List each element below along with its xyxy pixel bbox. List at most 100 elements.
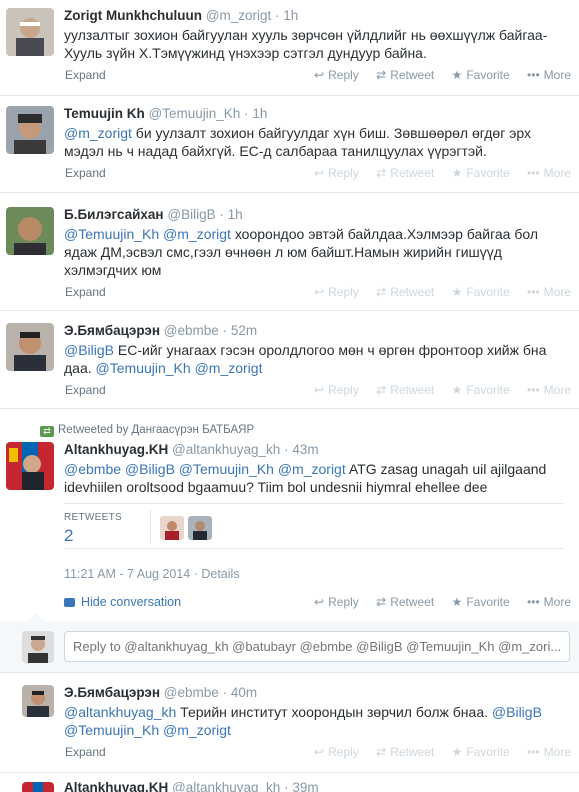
tweet-header: Altankhuyag.KH @altankhuyag_kh · 39m [64, 780, 571, 792]
retweet-icon: ⇄ [376, 595, 387, 609]
username[interactable]: @m_zorigt [206, 8, 271, 23]
fullname[interactable]: Э.Бямбацэрэн [64, 685, 160, 700]
fullname[interactable]: Zorigt Munkhchuluun [64, 8, 202, 23]
mention-link[interactable]: @Temuujin_Kh [96, 360, 191, 376]
username[interactable]: @Temuujin_Kh [149, 106, 241, 121]
tweet-stats: RETWEETS 2 [64, 503, 564, 549]
retweets-count[interactable]: 2 [64, 526, 73, 546]
reply-button[interactable]: ↩ Reply [314, 595, 359, 609]
retweet-button[interactable]: ⇄ Retweet [376, 745, 434, 759]
avatar[interactable] [22, 685, 54, 717]
mention-link[interactable]: @BiligB [492, 704, 542, 720]
favorite-button[interactable]: ★ Favorite [452, 745, 510, 759]
retweet-button[interactable]: ⇄ Retweet [376, 166, 434, 180]
fullname[interactable]: Altankhuyag.KH [64, 780, 168, 792]
star-icon: ★ [451, 383, 463, 397]
speech-bubble-icon [64, 598, 75, 607]
favorite-button[interactable]: ★ Favorite [452, 166, 510, 180]
avatar[interactable] [6, 207, 54, 255]
username[interactable]: @altankhuyag_kh [172, 442, 280, 457]
mention-link[interactable]: @m_zorigt [163, 226, 231, 242]
separator: · [222, 685, 228, 700]
fullname[interactable]: Э.Бямбацэрэн [64, 323, 160, 338]
retweet-button[interactable]: ⇄ Retweet [376, 68, 434, 82]
fullname[interactable]: Altankhuyag.KH [64, 442, 168, 457]
hide-conversation-link[interactable]: Hide conversation [64, 595, 181, 609]
retweet-button[interactable]: ⇄ Retweet [376, 285, 434, 299]
reply-button[interactable]: ↩ Reply [314, 383, 359, 397]
mention-link[interactable]: @altankhuyag_kh [64, 704, 176, 720]
star-icon: ★ [451, 68, 463, 82]
username[interactable]: @ebmbe [164, 323, 219, 338]
reply-button[interactable]: ↩ Reply [314, 285, 359, 299]
tweet[interactable]: Э.Бямбацэрэн @ebmbe · 40m @altankhuyag_k… [0, 673, 579, 773]
expand-link[interactable]: Expand [65, 68, 106, 82]
tweet-header: Altankhuyag.KH @altankhuyag_kh · 43m [64, 442, 571, 458]
retweet-button[interactable]: ⇄ Retweet [376, 383, 434, 397]
timestamp[interactable]: 52m [231, 323, 257, 338]
reply-input[interactable] [64, 631, 570, 662]
fullname[interactable]: Temuujin Kh [64, 106, 145, 121]
avatar[interactable] [22, 782, 54, 792]
username[interactable]: @ebmbe [164, 685, 219, 700]
retweeter-avatar[interactable] [160, 516, 184, 540]
favorite-button[interactable]: ★ Favorite [452, 383, 510, 397]
tweet[interactable]: Temuujin Kh @Temuujin_Kh · 1h @m_zorigt … [0, 96, 579, 193]
more-button[interactable]: ••• More [527, 68, 571, 82]
tweet[interactable]: Э.Бямбацэрэн @ebmbe · 52m @BiligB ЕС-ийг… [0, 311, 579, 409]
retweet-icon: ⇄ [376, 745, 387, 759]
more-button[interactable]: ••• More [527, 383, 571, 397]
avatar[interactable] [6, 442, 54, 490]
username[interactable]: @altankhuyag_kh [172, 780, 280, 792]
mention-link[interactable]: @BiligB [64, 342, 114, 358]
expand-link[interactable]: Expand [65, 285, 106, 299]
tweet-header: Э.Бямбацэрэн @ebmbe · 52m [64, 323, 571, 339]
avatar[interactable] [6, 106, 54, 154]
tweet-header: Zorigt Munkhchuluun @m_zorigt · 1h [64, 8, 571, 24]
mention-link[interactable]: @m_zorigt [195, 360, 263, 376]
more-button[interactable]: ••• More [527, 745, 571, 759]
favorite-button[interactable]: ★ Favorite [452, 595, 510, 609]
retweet-button[interactable]: ⇄ Retweet [376, 595, 434, 609]
timestamp[interactable]: 43m [292, 442, 318, 457]
username[interactable]: @BiligB [167, 207, 215, 222]
timestamp[interactable]: 1h [228, 207, 243, 222]
more-button[interactable]: ••• More [527, 166, 571, 180]
tweet-text: @altankhuyag_kh Терийн институт хооронды… [64, 704, 542, 738]
reply-button[interactable]: ↩ Reply [314, 745, 359, 759]
tweet[interactable]: Zorigt Munkhchuluun @m_zorigt · 1h уулза… [0, 0, 579, 96]
retweeter-avatar[interactable] [188, 516, 212, 540]
favorite-button[interactable]: ★ Favorite [452, 68, 510, 82]
favorite-button[interactable]: ★ Favorite [452, 285, 510, 299]
expand-link[interactable]: Expand [65, 745, 106, 759]
mention-link[interactable]: @Temuujin_Kh [64, 226, 159, 242]
more-button[interactable]: ••• More [527, 285, 571, 299]
tweet-actions: ↩ Reply ⇄ Retweet ★ Favorite ••• More [300, 68, 571, 82]
tweet-header: Э.Бямбацэрэн @ebmbe · 40m [64, 685, 571, 701]
expand-link[interactable]: Expand [65, 383, 106, 397]
timestamp[interactable]: 40m [231, 685, 257, 700]
star-icon: ★ [451, 166, 463, 180]
reply-arrow-icon: ↩ [314, 383, 325, 397]
reply-button[interactable]: ↩ Reply [314, 166, 359, 180]
current-user-avatar [22, 631, 54, 663]
expand-link[interactable]: Expand [65, 166, 106, 180]
divider [150, 510, 151, 544]
mention-link[interactable]: @m_zorigt [64, 125, 132, 141]
tweet[interactable]: Altankhuyag.KH @altankhuyag_kh · 39m [0, 773, 579, 792]
tweet-detail-time[interactable]: 11:21 AM - 7 Aug 2014 · Details [64, 567, 240, 581]
mention-link[interactable]: @m_zorigt [163, 722, 231, 738]
mention-links[interactable]: @ebmbe @BiligB @Temuujin_Kh @m_zorigt [64, 461, 346, 477]
reply-arrow-icon: ↩ [314, 68, 325, 82]
tweet[interactable]: Б.Билэгсайхан @BiligB · 1h @Temuujin_Kh … [0, 193, 579, 311]
fullname[interactable]: Б.Билэгсайхан [64, 207, 164, 222]
reply-button[interactable]: ↩ Reply [314, 68, 359, 82]
more-button[interactable]: ••• More [527, 595, 571, 609]
timestamp[interactable]: 39m [292, 780, 318, 792]
mention-link[interactable]: @Temuujin_Kh [64, 722, 159, 738]
avatar[interactable] [6, 323, 54, 371]
timestamp[interactable]: 1h [252, 106, 267, 121]
timestamp[interactable]: 1h [283, 8, 298, 23]
reply-box [0, 613, 579, 673]
avatar[interactable] [6, 8, 54, 56]
